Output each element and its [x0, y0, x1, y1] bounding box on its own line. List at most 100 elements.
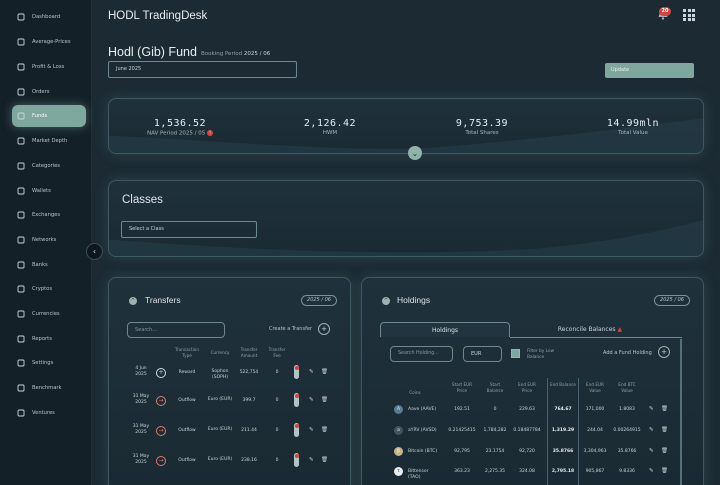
delete-icon[interactable]: 🗑 — [321, 427, 328, 433]
edit-icon[interactable]: ✎ — [649, 406, 654, 412]
sidebar-item-market-depth[interactable]: Market Depth — [12, 130, 86, 152]
attachment-icon[interactable] — [294, 423, 299, 437]
chart-line-icon — [16, 13, 25, 22]
apps-grid-icon[interactable] — [683, 9, 695, 21]
gauge-icon — [16, 137, 25, 146]
attachment-icon[interactable] — [294, 365, 299, 379]
app-title: HODL TradingDesk — [108, 10, 208, 22]
transfers-search-input[interactable]: Search... — [127, 322, 225, 338]
sidebar-item-average-prices[interactable]: Average-Prices — [12, 31, 86, 53]
currency-select[interactable]: EUR — [463, 346, 502, 362]
transfer-currency: Euro (EUR) — [207, 427, 233, 432]
stat-total-value: 14.99mln Total Value — [606, 118, 660, 136]
scrollbar[interactable] — [680, 339, 682, 485]
col-start-price: Start EUR Price — [451, 382, 473, 393]
start-price: 192.51 — [454, 407, 470, 412]
edit-icon[interactable]: ✎ — [309, 397, 314, 403]
tab-holdings[interactable]: Holdings — [380, 322, 510, 337]
edit-icon[interactable]: ✎ — [649, 468, 654, 474]
sidebar-item-label: Ventures — [32, 410, 55, 416]
notification-badge: 20 — [659, 7, 671, 16]
sidebar-item-currencies[interactable]: Currencies — [12, 303, 86, 325]
end-btc-value: 1.8083 — [619, 407, 635, 412]
class-select[interactable]: Select a Class — [121, 221, 257, 238]
chevron-left-icon: ‹ — [92, 247, 97, 256]
sidebar-item-cryptos[interactable]: Cryptos — [12, 278, 86, 300]
sidebar-item-categories[interactable]: Categories — [12, 155, 86, 177]
sidebar-item-benchmark[interactable]: Benchmark — [12, 377, 86, 399]
edit-icon[interactable]: ✎ — [309, 369, 314, 375]
coin-logo-icon: A — [394, 405, 403, 414]
sidebar-item-exchanges[interactable]: Exchanges — [12, 204, 86, 226]
chevron-down-icon: ⌄ — [411, 148, 419, 158]
attachment-icon[interactable] — [294, 393, 299, 407]
sidebar-item-dashboard[interactable]: Dashboard — [12, 6, 86, 28]
holdings-search-input[interactable]: Search Holding... — [390, 346, 453, 362]
start-price: 92,795 — [454, 449, 470, 454]
sidebar-item-networks[interactable]: Networks — [12, 229, 86, 251]
bank-icon — [16, 261, 25, 270]
delete-icon[interactable]: 🗑 — [321, 397, 328, 403]
outflow-icon: → — [156, 426, 166, 436]
report-icon — [16, 335, 25, 344]
sidebar-item-label: Exchanges — [32, 212, 61, 218]
sidebar-item-settings[interactable]: Settings — [12, 352, 86, 374]
expand-stats-button[interactable]: ⌄ — [408, 146, 422, 160]
transfer-fee: 0 — [275, 428, 279, 433]
delete-icon[interactable]: 🗑 — [661, 427, 668, 433]
edit-icon[interactable]: ✎ — [309, 457, 314, 463]
collapse-icon[interactable]: ^ — [382, 297, 390, 305]
holdings-period-badge: 2025 / 06 — [654, 295, 690, 306]
sidebar-item-banks[interactable]: Banks — [12, 254, 86, 276]
sidebar-item-profit-loss[interactable]: Profit & Loss — [12, 56, 86, 78]
sidebar-item-label: Currencies — [32, 311, 60, 317]
transfer-fee: 0 — [275, 458, 279, 463]
inflow-icon: + — [156, 368, 166, 378]
end-balance: 1,319.29 — [551, 428, 575, 433]
col-transaction-type: Transaction Type — [175, 347, 199, 358]
booking-period: Booking Period 2025 / 06 — [201, 51, 271, 57]
stat-nav: 1,536.52 NAV Period 2025 / 05 ! — [115, 118, 245, 137]
coin-logo-icon: ₿ — [394, 447, 403, 456]
sidebar-item-funds[interactable]: Funds — [12, 105, 86, 127]
end-balance: 2,795.18 — [551, 469, 575, 474]
add-holding-button[interactable]: + — [658, 346, 670, 358]
sidebar-item-ventures[interactable]: Ventures — [12, 402, 86, 424]
edit-icon[interactable]: ✎ — [649, 427, 654, 433]
transfer-currency: Sophon (SOPH) — [211, 369, 229, 380]
edit-icon[interactable]: ✎ — [309, 427, 314, 433]
add-holding-label[interactable]: Add a Fund Holding — [603, 350, 652, 356]
update-button[interactable]: Update — [605, 63, 694, 78]
collapse-icon[interactable]: ^ — [129, 297, 137, 305]
sidebar-item-label: Average-Prices — [32, 39, 71, 45]
period-select[interactable]: June 2025 — [108, 61, 297, 78]
delete-icon[interactable]: 🗑 — [661, 448, 668, 454]
coin-logo-icon: τ — [394, 467, 403, 476]
briefcase-icon — [16, 409, 25, 418]
coin-logo-icon: a — [394, 426, 403, 435]
delete-icon[interactable]: 🗑 — [661, 406, 668, 412]
attachment-icon[interactable] — [294, 453, 299, 467]
edit-icon[interactable]: ✎ — [649, 448, 654, 454]
delete-icon[interactable]: 🗑 — [661, 468, 668, 474]
end-eur-value: 171,000 — [585, 407, 605, 412]
sidebar-item-orders[interactable]: Orders — [12, 81, 86, 103]
collapse-sidebar-button[interactable]: ‹ — [86, 243, 103, 260]
warning-icon: ▲ — [617, 326, 623, 333]
transfer-type: Outflow — [178, 428, 196, 433]
col-start-balance: Start Balance — [486, 382, 504, 393]
currency-icon — [16, 310, 25, 319]
sidebar-item-wallets[interactable]: Wallets — [12, 180, 86, 202]
end-btc-value: 9.8336 — [619, 469, 635, 474]
create-transfer-label[interactable]: Create a Transfer — [269, 326, 312, 332]
delete-icon[interactable]: 🗑 — [321, 369, 328, 375]
create-transfer-button[interactable]: + — [318, 323, 330, 335]
low-balance-checkbox[interactable] — [511, 349, 520, 358]
delete-icon[interactable]: 🗑 — [321, 457, 328, 463]
dollar-circle-icon — [16, 63, 25, 72]
transfer-type: Reward — [178, 370, 196, 375]
tab-reconcile-balances[interactable]: Reconcile Balances ▲ — [530, 322, 650, 337]
end-price: 92,720 — [519, 449, 535, 454]
col-end-price: End EUR Price — [518, 382, 536, 393]
sidebar-item-reports[interactable]: Reports — [12, 328, 86, 350]
